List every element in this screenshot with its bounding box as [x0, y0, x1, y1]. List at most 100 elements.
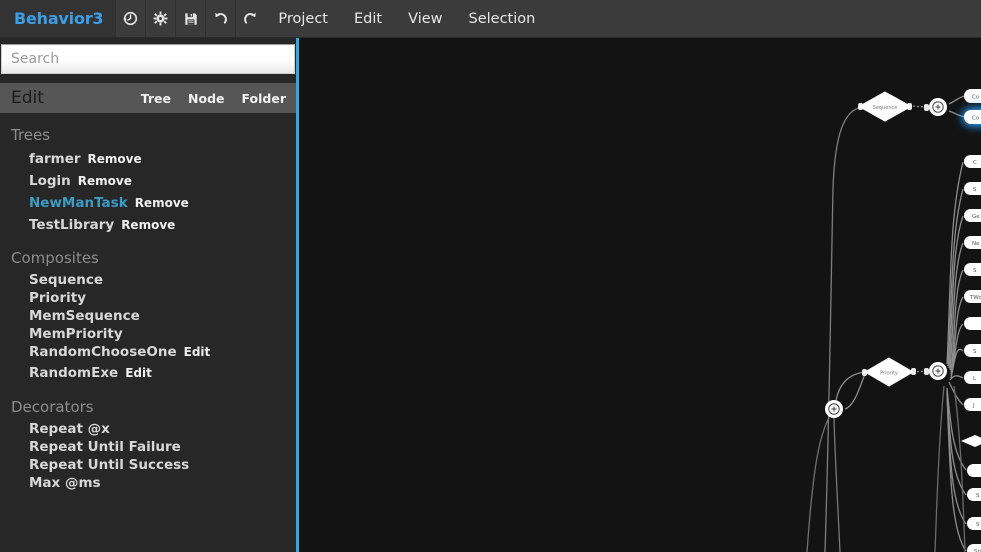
node-action[interactable]: S [964, 344, 981, 357]
node-action[interactable]: S [967, 517, 981, 530]
node-label: Co [972, 116, 980, 122]
remove-button[interactable]: Remove [121, 217, 175, 233]
menu-view[interactable]: View [395, 0, 455, 37]
node-label: J [972, 403, 975, 409]
save-icon[interactable] [175, 0, 205, 37]
node-label: TWo [969, 295, 981, 301]
tree-label: Login [29, 173, 71, 189]
list-item[interactable]: Repeat Until Success [0, 456, 296, 474]
add-folder-button[interactable]: Folder [242, 91, 287, 106]
node-label: S [973, 268, 977, 274]
menu-edit[interactable]: Edit [341, 0, 395, 37]
node-diamond-small[interactable] [961, 435, 981, 447]
menu-selection[interactable]: Selection [456, 0, 549, 37]
redo-icon[interactable] [235, 0, 265, 37]
group-title-decorators: Decorators [11, 398, 94, 416]
node-action[interactable]: L [964, 371, 981, 384]
decorator-label: Repeat Until Failure [29, 439, 181, 455]
sidebar-resizer[interactable] [296, 38, 299, 552]
graph-edges [806, 95, 967, 552]
node-action[interactable]: Ge [964, 209, 981, 222]
list-item[interactable]: Max @ms [0, 474, 296, 492]
node-diamond-sequence[interactable]: Sequence [857, 91, 913, 122]
edit-button[interactable]: Edit [125, 365, 152, 381]
node-label: C [973, 160, 977, 166]
node-label: Priority [880, 371, 898, 377]
node-action[interactable]: Ne [964, 236, 981, 249]
composite-label: MemPriority [29, 326, 123, 342]
list-item[interactable]: RandomChooseOne Edit [0, 343, 296, 361]
list-item[interactable]: TestLibrary Remove [0, 214, 296, 236]
node-action[interactable]: J [964, 398, 981, 411]
remove-button[interactable]: Remove [88, 151, 142, 167]
app-root: Behavior3 Project Edit View Selection Se… [0, 0, 981, 552]
group-composites: Composites Sequence Priority MemSequence… [0, 249, 296, 382]
composite-label: RandomChooseOne [29, 344, 177, 360]
node-action[interactable]: TWo [964, 290, 981, 303]
node-action[interactable]: S [964, 182, 981, 195]
node-label: Ne [972, 241, 980, 247]
menu-bar: Behavior3 Project Edit View Selection [0, 0, 981, 38]
node-action[interactable]: C [964, 155, 981, 168]
decorator-label: Repeat Until Success [29, 457, 190, 473]
tree-label-selected: NewManTask [29, 195, 128, 211]
node-diamond-priority[interactable]: Priority [864, 357, 914, 387]
composite-label: MemSequence [29, 308, 140, 324]
list-item[interactable]: farmer Remove [0, 148, 296, 170]
node-label: Co [972, 95, 980, 101]
node-action[interactable]: S [967, 488, 981, 501]
node-label: S [973, 349, 977, 355]
tree-graph[interactable]: Sequence Priority Co Co C S Ge Ne S TWo … [299, 38, 981, 552]
list-item[interactable]: Sequence [0, 271, 296, 289]
node-action[interactable]: Co [964, 89, 981, 103]
node-label: S [976, 493, 980, 499]
search-input[interactable] [1, 44, 295, 74]
remove-button[interactable]: Remove [78, 173, 132, 189]
composite-label: RandomExe [29, 365, 119, 381]
app-brand[interactable]: Behavior3 [0, 0, 116, 37]
node-action[interactable] [964, 317, 981, 330]
search-container [0, 38, 296, 74]
decorator-label: Repeat @x [29, 421, 110, 437]
node-label: S [973, 187, 977, 193]
tree-label: farmer [29, 151, 81, 167]
composite-label: Priority [29, 290, 86, 306]
list-item[interactable]: Repeat Until Failure [0, 438, 296, 456]
history-icon[interactable] [115, 0, 145, 37]
undo-icon[interactable] [205, 0, 235, 37]
edit-button[interactable]: Edit [184, 344, 211, 360]
list-item[interactable]: NewManTask Remove [0, 192, 296, 214]
edit-panel-header: Edit Tree Node Folder [0, 83, 296, 113]
group-title-trees: Trees [11, 126, 51, 144]
remove-button[interactable]: Remove [135, 195, 189, 211]
group-decorators: Decorators Repeat @x Repeat Until Failur… [0, 398, 296, 492]
list-item[interactable]: RandomExe Edit [0, 361, 296, 382]
list-item[interactable]: Repeat @x [0, 420, 296, 438]
node-circle-1[interactable] [929, 98, 947, 116]
behavior-tree-canvas[interactable]: Sequence Priority Co Co C S Ge Ne S TWo … [299, 38, 981, 552]
composite-label: Sequence [29, 272, 104, 288]
list-item[interactable]: Login Remove [0, 170, 296, 192]
add-tree-button[interactable]: Tree [141, 91, 171, 106]
add-node-button[interactable]: Node [188, 91, 224, 106]
list-item[interactable]: Priority [0, 289, 296, 307]
node-action[interactable] [967, 464, 981, 477]
tree-label: TestLibrary [29, 217, 115, 233]
node-circle-2[interactable] [929, 362, 947, 380]
sidebar: Edit Tree Node Folder Trees farmer Remov… [0, 38, 296, 552]
group-trees: Trees farmer Remove Login Remove NewManT… [0, 126, 296, 236]
node-circle-3[interactable] [825, 400, 843, 418]
node-label: Sequence [873, 105, 898, 111]
node-label: Ge [972, 214, 980, 220]
node-action[interactable]: S [964, 263, 981, 276]
decorator-label: Max @ms [29, 475, 101, 491]
group-title-composites: Composites [11, 249, 99, 267]
menu-project[interactable]: Project [265, 0, 341, 37]
node-action-selected[interactable]: Co [964, 110, 981, 124]
panel-title: Edit [11, 88, 44, 108]
gear-icon[interactable] [145, 0, 175, 37]
list-item[interactable]: MemSequence [0, 307, 296, 325]
node-action[interactable]: Sto [967, 544, 981, 552]
list-item[interactable]: MemPriority [0, 325, 296, 343]
node-label: S [976, 522, 980, 528]
